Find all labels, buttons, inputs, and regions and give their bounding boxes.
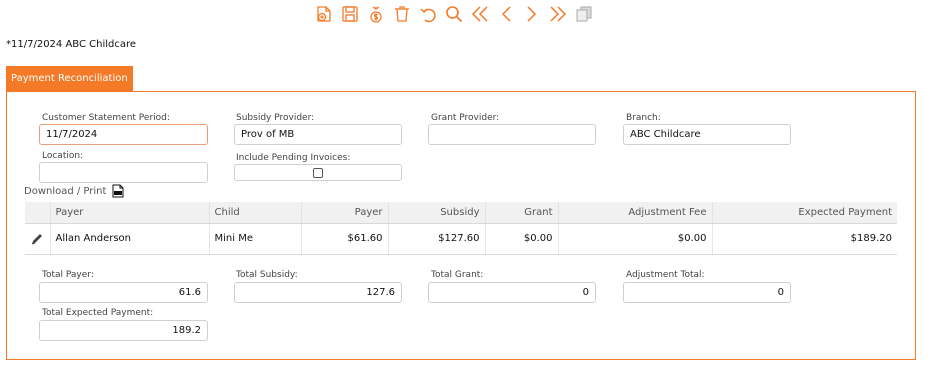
total-grant-field[interactable]: 0 [428, 282, 596, 303]
last-record-icon[interactable] [548, 3, 568, 25]
grant-provider-label: Grant Provider: [431, 113, 500, 123]
toolbar [314, 2, 594, 26]
cell-subsidy: $127.60 [387, 223, 485, 255]
column-header-grant[interactable]: Grant [484, 202, 558, 224]
subsidy-provider-field[interactable]: Prov of MB [234, 124, 402, 145]
subsidy-provider-label: Subsidy Provider: [236, 113, 315, 123]
adjustment-total-label: Adjustment Total: [626, 270, 705, 280]
edit-column-header [25, 202, 50, 224]
table-row[interactable]: Allan Anderson Mini Me $61.60 $127.60 $0… [25, 223, 897, 255]
branch-field[interactable]: ABC Childcare [623, 124, 791, 145]
include-pending-checkbox[interactable] [313, 167, 323, 178]
cell-payer-amount: $61.60 [300, 223, 388, 255]
include-pending-label: Include Pending Invoices: [236, 153, 351, 163]
record-title: *11/7/2024 ABC Childcare [6, 39, 137, 50]
edit-cell [25, 223, 50, 255]
next-record-icon[interactable] [522, 3, 542, 25]
cell-child: Mini Me [208, 223, 301, 255]
total-subsidy-label: Total Subsidy: [236, 270, 298, 280]
table-header-row: Payer Child Payer Subsidy Grant Adjustme… [25, 202, 897, 224]
location-field[interactable] [39, 162, 208, 183]
download-print-label: Download / Print [24, 185, 107, 197]
first-record-icon[interactable] [470, 3, 490, 25]
copy-icon[interactable] [574, 3, 594, 25]
grant-provider-field[interactable] [428, 124, 596, 145]
download-print: Download / Print [24, 184, 124, 198]
delete-icon[interactable] [392, 3, 412, 25]
column-header-subsidy[interactable]: Subsidy [387, 202, 485, 224]
save-icon[interactable] [340, 3, 360, 25]
column-header-adjustment-fee[interactable]: Adjustment Fee [557, 202, 712, 224]
column-header-payer[interactable]: Payer [49, 202, 209, 224]
adjustment-total-field[interactable]: 0 [623, 282, 791, 303]
column-header-payer-amount[interactable]: Payer [300, 202, 388, 224]
statement-period-label: Customer Statement Period: [42, 113, 170, 123]
tab-payment-reconciliation[interactable]: Payment Reconciliation [6, 66, 133, 91]
total-expected-label: Total Expected Payment: [42, 308, 154, 318]
total-subsidy-field[interactable]: 127.6 [234, 282, 402, 303]
cell-grant: $0.00 [484, 223, 558, 255]
undo-icon[interactable] [418, 3, 438, 25]
add-record-icon[interactable] [314, 3, 334, 25]
total-payer-label: Total Payer: [42, 270, 94, 280]
branch-label: Branch: [626, 113, 661, 123]
cell-expected-payment: $189.20 [711, 223, 897, 255]
total-payer-field[interactable]: 61.6 [39, 282, 208, 303]
previous-record-icon[interactable] [496, 3, 516, 25]
statement-period-field[interactable]: 11/7/2024 [39, 124, 208, 145]
total-grant-label: Total Grant: [431, 270, 484, 280]
cell-payer: Allan Anderson [49, 223, 209, 255]
payment-icon[interactable] [366, 3, 386, 25]
total-expected-field[interactable]: 189.2 [39, 320, 208, 341]
include-pending-container [234, 164, 402, 181]
cell-adjustment-fee: $0.00 [557, 223, 712, 255]
payments-table: Payer Child Payer Subsidy Grant Adjustme… [25, 202, 897, 255]
column-header-expected-payment[interactable]: Expected Payment [711, 202, 897, 224]
pencil-edit-icon[interactable] [30, 232, 44, 246]
csv-document-icon[interactable] [112, 184, 124, 198]
search-icon[interactable] [444, 3, 464, 25]
column-header-child[interactable]: Child [208, 202, 301, 224]
location-label: Location: [42, 151, 84, 161]
